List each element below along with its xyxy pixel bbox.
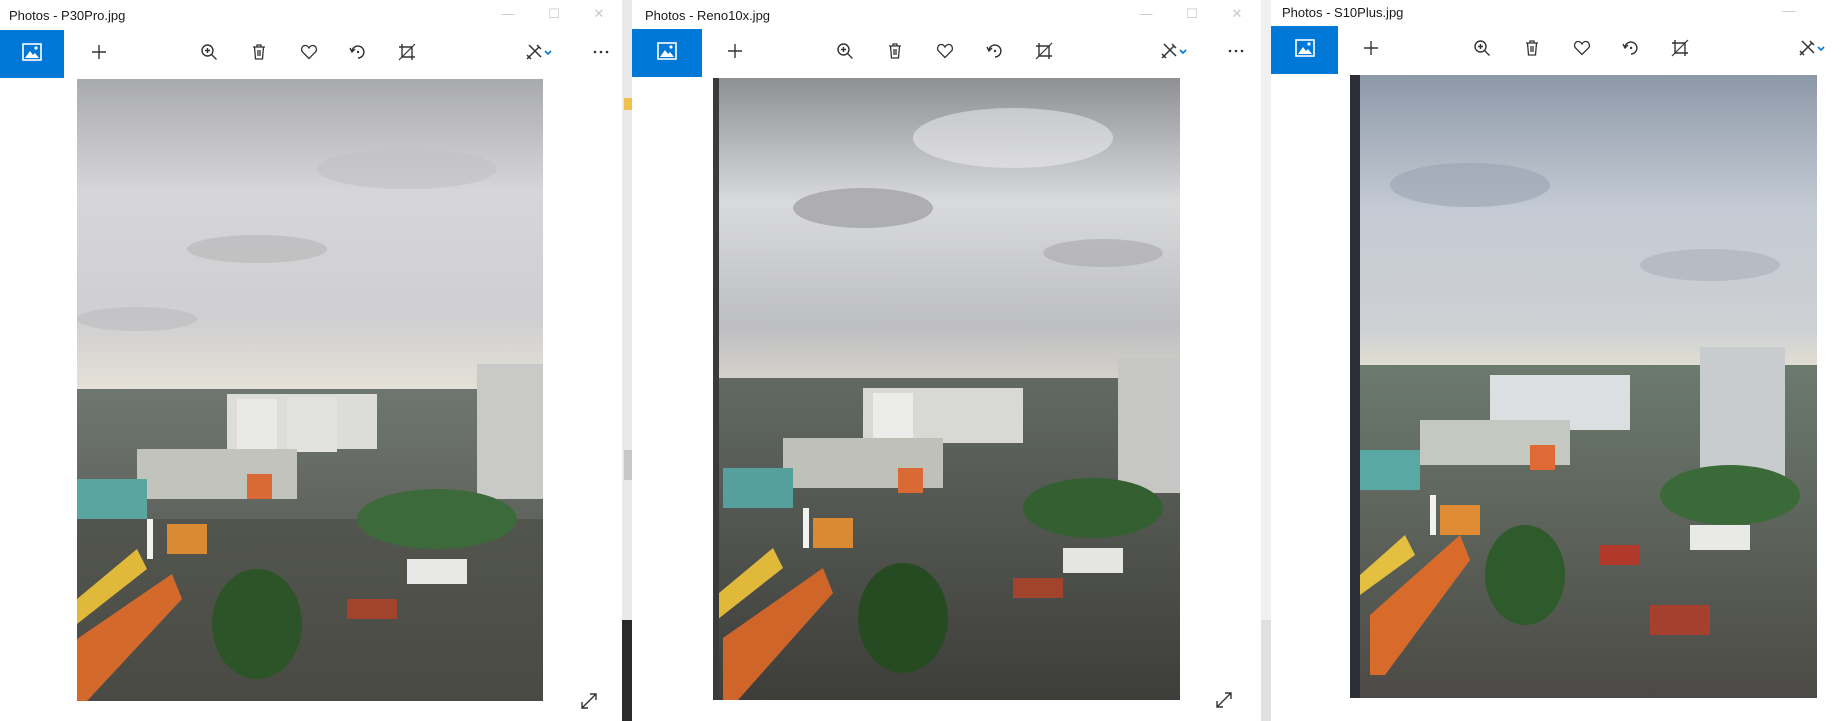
edit-create-button[interactable] [1153, 42, 1195, 64]
window-divider [1261, 0, 1271, 721]
favorite-button[interactable] [934, 42, 956, 64]
photo-s10plus[interactable] [1350, 75, 1817, 698]
window-title: Photos - P30Pro.jpg [9, 8, 126, 23]
heart-icon [936, 42, 954, 65]
minimize-button[interactable]: — [1136, 6, 1156, 21]
add-button[interactable] [1360, 39, 1382, 61]
heart-icon [300, 43, 318, 66]
chevron-down-icon [1178, 44, 1188, 62]
delete-button[interactable] [1521, 39, 1543, 61]
minimize-button[interactable]: — [1779, 3, 1799, 18]
crop-icon [1035, 42, 1053, 65]
photo-toolbar [1271, 26, 1845, 74]
trash-icon [250, 43, 268, 66]
expand-icon [580, 692, 598, 715]
crop-icon [398, 43, 416, 66]
fullscreen-button[interactable] [578, 692, 600, 714]
collection-photos-icon [1294, 38, 1315, 62]
photo-toolbar [0, 30, 622, 78]
edit-create-button[interactable] [518, 43, 560, 65]
delete-button[interactable] [884, 42, 906, 64]
zoom-button[interactable] [1471, 39, 1493, 61]
rotate-icon [986, 42, 1004, 65]
zoom-button[interactable] [834, 42, 856, 64]
chevron-down-icon [543, 45, 553, 63]
edit-create-icon [1798, 39, 1816, 62]
photo-reno10x[interactable] [713, 78, 1180, 700]
close-button[interactable]: ✕ [589, 6, 609, 22]
expand-icon [1215, 691, 1233, 714]
zoom-button[interactable] [198, 43, 220, 65]
window-title: Photos - Reno10x.jpg [645, 8, 771, 23]
chevron-down-icon [1816, 41, 1826, 59]
edit-create-button[interactable] [1791, 39, 1833, 61]
heart-icon [1573, 39, 1591, 62]
photos-window-p30pro: Photos - P30Pro.jpg — ☐ ✕ [0, 0, 622, 721]
rotate-button[interactable] [347, 43, 369, 65]
window-title: Photos - S10Plus.jpg [1282, 5, 1404, 20]
photos-window-reno10x: Photos - Reno10x.jpg — ☐ ✕ [632, 0, 1261, 721]
minimize-button[interactable]: — [498, 6, 518, 21]
title-bar[interactable]: Photos - P30Pro.jpg — ☐ ✕ [0, 0, 622, 30]
plus-icon [1362, 39, 1380, 62]
zoom-in-icon [1473, 39, 1491, 62]
photo-p30pro[interactable] [77, 79, 543, 701]
add-button[interactable] [88, 43, 110, 65]
crop-icon [1671, 39, 1689, 62]
collection-button[interactable] [1271, 26, 1338, 74]
photo-toolbar [632, 29, 1261, 77]
favorite-button[interactable] [1571, 39, 1593, 61]
add-button[interactable] [724, 42, 746, 64]
more-ellipsis-icon [592, 43, 610, 66]
zoom-in-icon [200, 43, 218, 66]
crop-button[interactable] [1033, 42, 1055, 64]
photos-window-s10plus: Photos - S10Plus.jpg — [1271, 0, 1845, 721]
title-bar[interactable]: Photos - S10Plus.jpg — [1271, 0, 1845, 27]
collection-button[interactable] [0, 30, 64, 78]
edit-create-icon [1160, 42, 1178, 65]
collection-button[interactable] [632, 29, 702, 77]
plus-icon [90, 43, 108, 66]
crop-button[interactable] [396, 43, 418, 65]
zoom-in-icon [836, 42, 854, 65]
maximize-button[interactable]: ☐ [544, 6, 564, 22]
rotate-icon [349, 43, 367, 66]
edit-create-icon [525, 43, 543, 66]
more-button[interactable] [1225, 42, 1247, 64]
more-ellipsis-icon [1227, 42, 1245, 65]
crop-button[interactable] [1669, 39, 1691, 61]
delete-button[interactable] [248, 43, 270, 65]
collection-photos-icon [657, 41, 677, 65]
more-button[interactable] [590, 43, 612, 65]
close-button[interactable]: ✕ [1227, 6, 1247, 22]
title-bar[interactable]: Photos - Reno10x.jpg — ☐ ✕ [632, 0, 1261, 30]
favorite-button[interactable] [298, 43, 320, 65]
maximize-button[interactable]: ☐ [1182, 6, 1202, 22]
collection-photos-icon [22, 42, 42, 66]
background-window-strip [622, 0, 632, 721]
rotate-icon [1622, 39, 1640, 62]
rotate-button[interactable] [1620, 39, 1642, 61]
plus-icon [726, 42, 744, 65]
trash-icon [886, 42, 904, 65]
fullscreen-button[interactable] [1213, 691, 1235, 713]
trash-icon [1523, 39, 1541, 62]
rotate-button[interactable] [984, 42, 1006, 64]
